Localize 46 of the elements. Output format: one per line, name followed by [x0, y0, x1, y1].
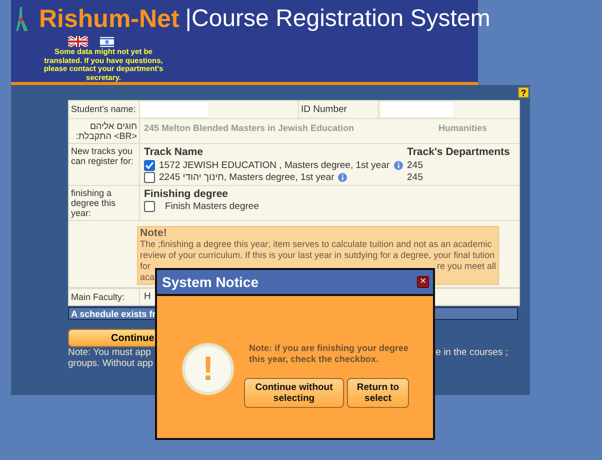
- footer-note: Note: You must app: [68, 347, 151, 358]
- checkbox[interactable]: [144, 172, 155, 183]
- checkbox[interactable]: [144, 160, 155, 171]
- footer-note: e in the courses ;: [436, 347, 508, 358]
- help-button[interactable]: ?: [518, 87, 529, 98]
- app-title: |Course Registration System: [185, 5, 490, 33]
- faculty-value: H: [144, 291, 151, 302]
- info-icon[interactable]: [394, 161, 403, 170]
- note-text: for: [140, 261, 151, 272]
- close-button[interactable]: ×: [417, 276, 429, 288]
- brand-name: Rishum-Net: [39, 4, 180, 34]
- checkbox-label: Finish Masters degree: [165, 201, 259, 212]
- warning-icon: !: [182, 343, 234, 395]
- footer-note: groups. Without app: [68, 358, 154, 369]
- uk-flag-icon[interactable]: [68, 36, 88, 47]
- field-label: חוגים אליהם <BR> התקבלת:: [69, 119, 140, 143]
- dialog-title: System Notice: [162, 274, 258, 290]
- name-field[interactable]: [140, 102, 208, 117]
- note-text: re you meet all: [436, 261, 496, 272]
- note-title: Note!: [140, 228, 168, 239]
- track-name: 1572 JEWISH EDUCATION , Masters degree, 1st year: [159, 160, 390, 171]
- department-code: 245: [407, 172, 424, 183]
- field-label: New tracks you can register for:: [69, 144, 140, 185]
- note-text: aca: [140, 272, 155, 283]
- column-header: Track Name: [144, 146, 203, 159]
- id-field[interactable]: [381, 102, 453, 117]
- schedule-text: A schedule exists fr: [70, 308, 156, 318]
- department-code: 245: [407, 160, 424, 171]
- note-text: The ;finishing a degree this year; item serves to calculate tuition and not as an academic: [140, 239, 493, 250]
- column-header: Track's Departments: [407, 146, 511, 159]
- track-name: 2245 חינוך יהודי, Masters degree, 1st year: [159, 172, 334, 183]
- section-heading: Finishing degree: [144, 188, 230, 201]
- dialog-button[interactable]: Continue without selecting: [244, 378, 344, 408]
- dialog-message: Note: if you are finishing your degree this year, check the checkbox.: [249, 343, 410, 365]
- figure-icon: [15, 6, 29, 32]
- field-label: finishing a degree this year:: [69, 186, 140, 220]
- dialog-button[interactable]: Return to select: [347, 378, 409, 408]
- continue-button[interactable]: Continue: [68, 329, 158, 347]
- field-label: ID Number: [298, 101, 379, 118]
- info-icon[interactable]: [338, 173, 348, 182]
- field-label: Main Faculty:: [69, 289, 140, 305]
- faculty-name: Humanities: [438, 123, 487, 135]
- note-text: review of your curriculum. If this is your last year in sutdying for a degree, your final tution: [140, 250, 496, 261]
- program-name: 245 Melton Blended Masters in Jewish Education: [144, 123, 354, 135]
- israel-flag-icon[interactable]: [100, 36, 114, 46]
- checkbox[interactable]: [144, 201, 155, 212]
